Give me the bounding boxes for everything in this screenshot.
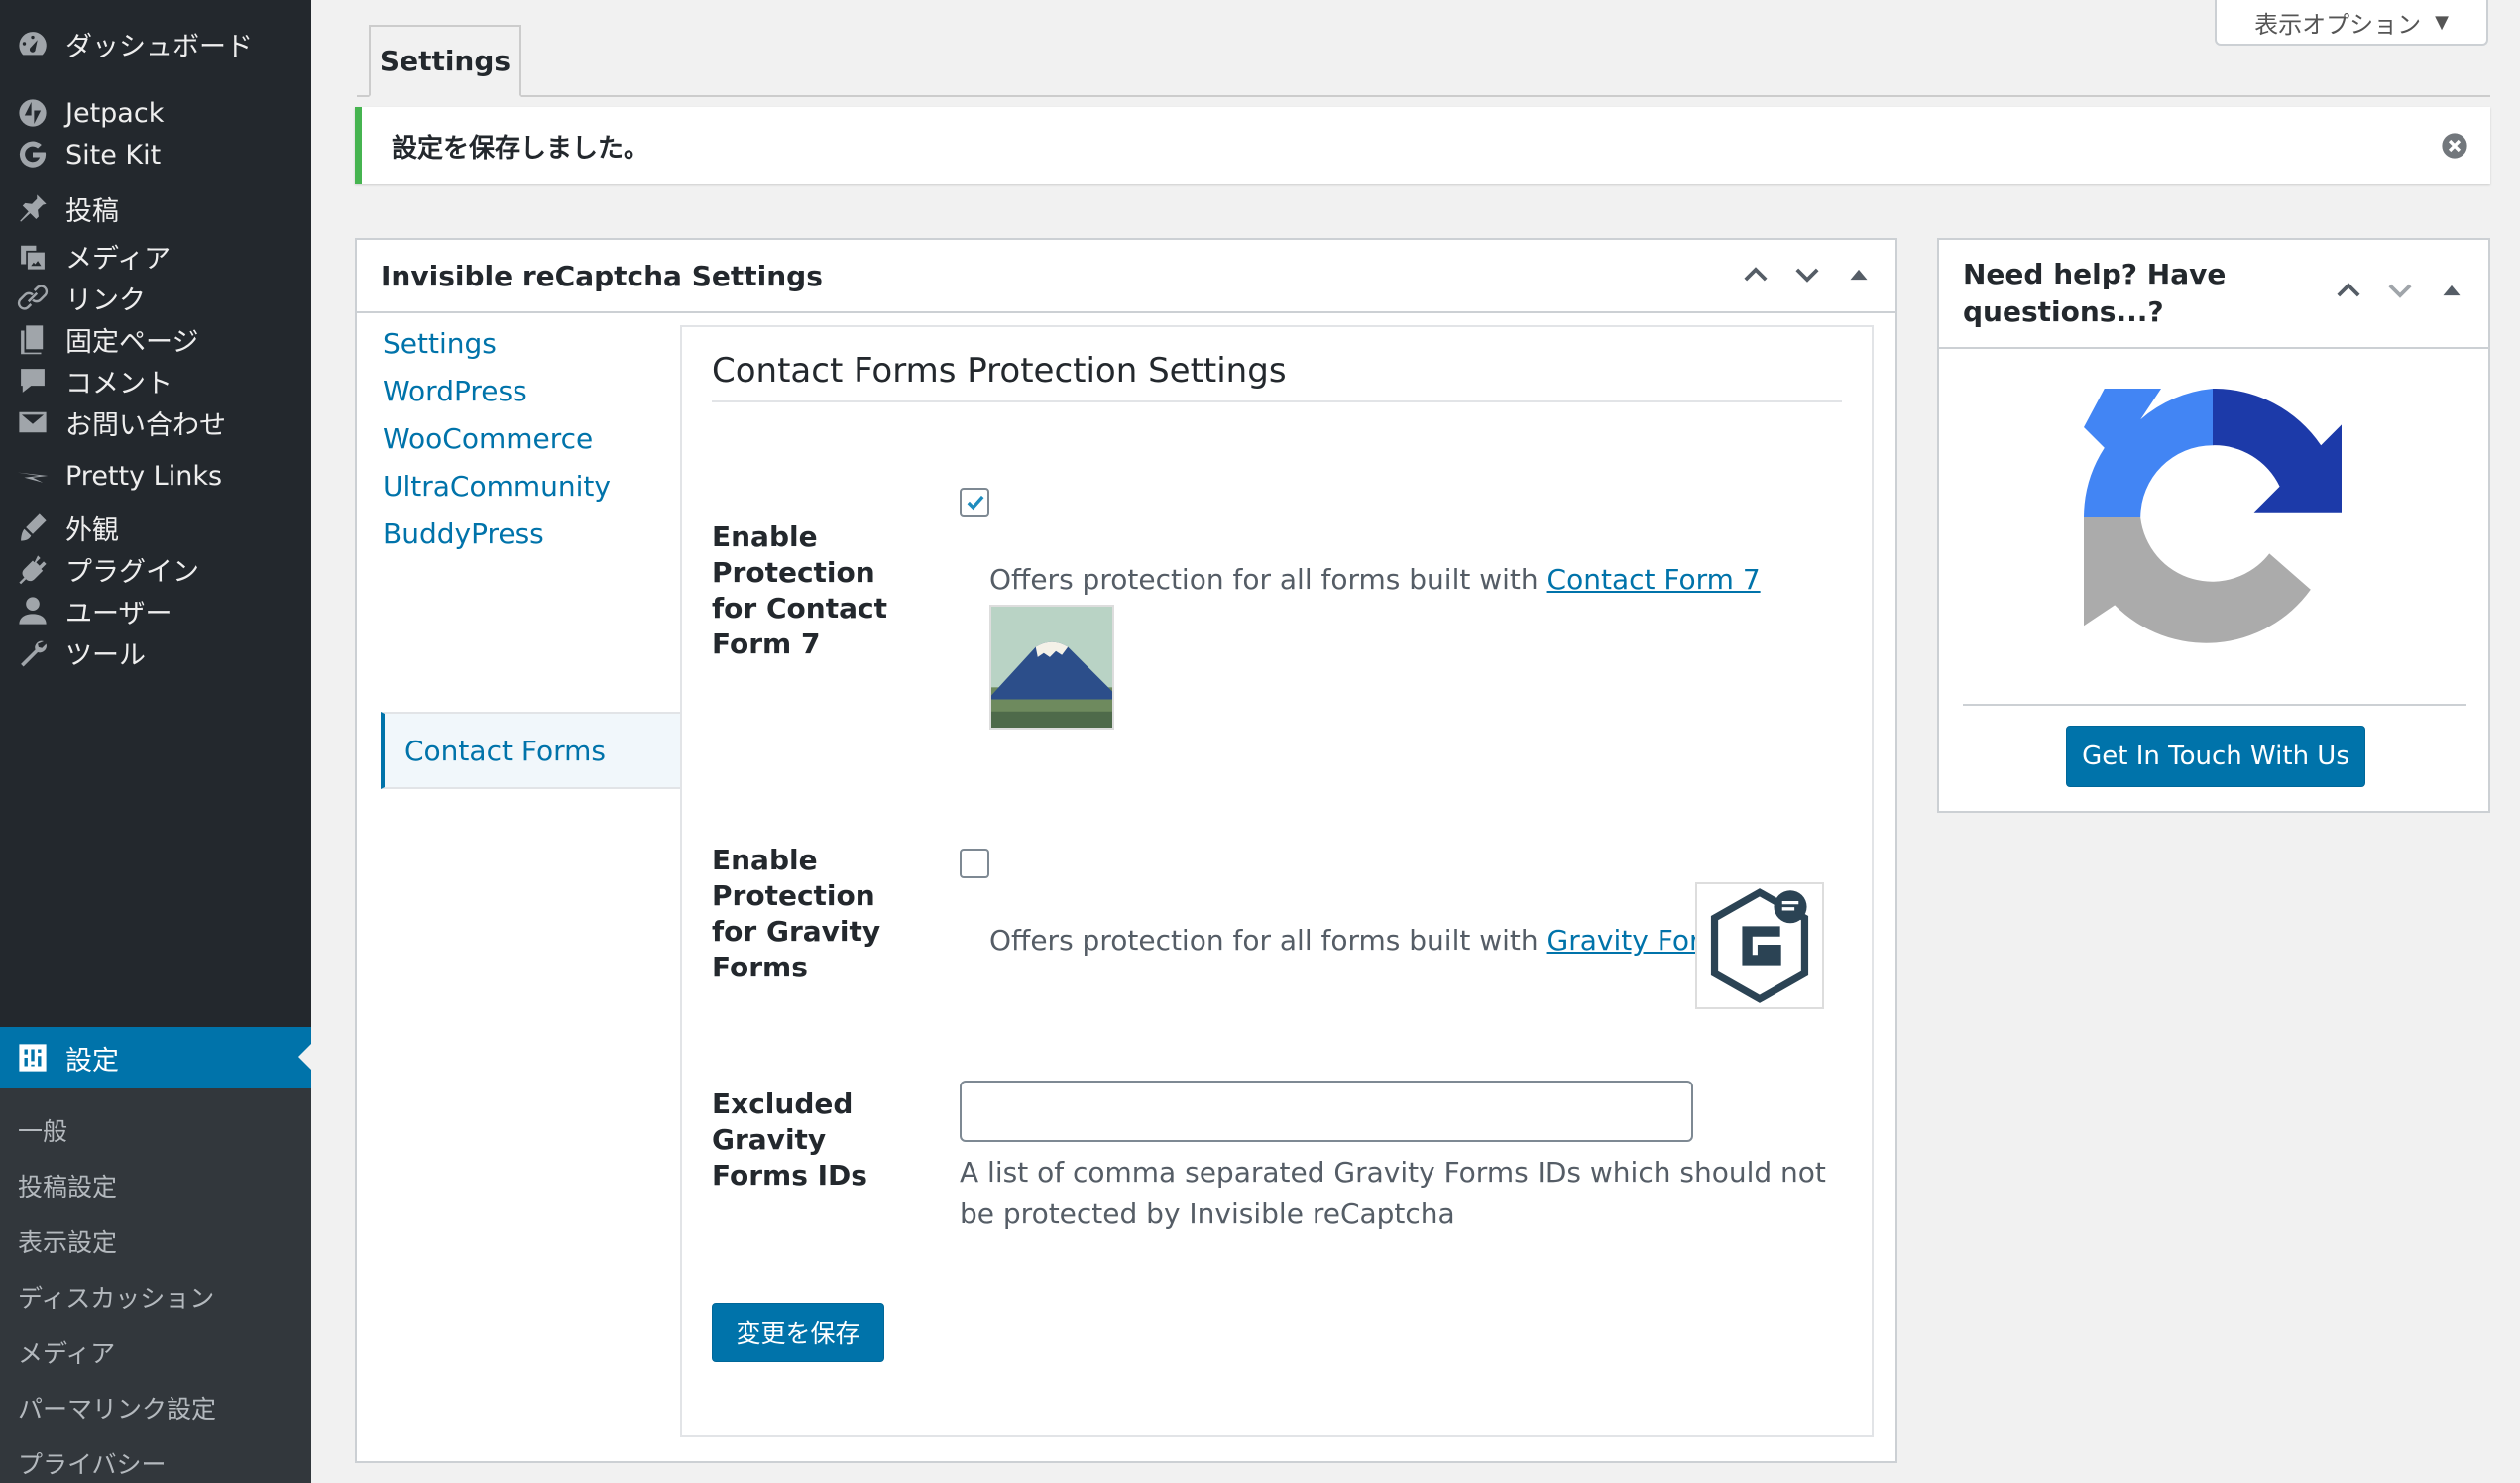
submenu-item[interactable]: プライバシー	[18, 1445, 167, 1481]
help-box: Need help? Have questions...? Get In Tou…	[1937, 238, 2490, 813]
excluded-description: A list of comma separated Gravity Forms …	[960, 1156, 1826, 1230]
menu-item-dashboard[interactable]: ダッシュボード	[0, 14, 311, 73]
help-box-header: Need help? Have questions...?	[1939, 240, 2488, 349]
collapse-icon[interactable]	[2435, 274, 2468, 307]
menu-label: お問い合わせ	[65, 409, 226, 441]
menu-item-contact[interactable]: お問い合わせ	[0, 393, 311, 452]
tab-bar-line	[357, 95, 2490, 97]
pin-icon	[0, 191, 65, 225]
excluded-ids-input[interactable]	[960, 1081, 1693, 1142]
cf7-link[interactable]: Contact Form 7	[1547, 563, 1761, 596]
gravity-forms-logo	[1695, 882, 1824, 1009]
settings-icon	[0, 1041, 65, 1075]
submenu-item[interactable]: ディスカッション	[18, 1279, 214, 1314]
notice-text: 設定を保存しました。	[392, 133, 650, 164]
recaptcha-logo-icon	[2084, 389, 2342, 643]
menu-label: Jetpack	[65, 97, 165, 129]
admin-sidebar: ダッシュボード Jetpack Site Kit 投稿 メディア リンク 固定ペ…	[0, 0, 311, 1483]
menu-item-pretty-links[interactable]: Pretty Links	[0, 446, 311, 506]
cf7-label: Enable Protection for Contact Form 7	[712, 520, 887, 660]
settings-submenu: 一般 投稿設定 表示設定 ディスカッション メディア パーマリンク設定 プライバ…	[0, 1088, 311, 1483]
menu-label: Site Kit	[65, 139, 162, 171]
tab-link-wordpress[interactable]: WordPress	[383, 375, 527, 407]
tab-link-buddypress[interactable]: BuddyPress	[383, 517, 544, 550]
gravity-label: Enable Protection for Gravity Forms	[712, 844, 881, 983]
gravity-description: Offers protection for all forms built wi…	[989, 924, 1742, 957]
handle-actions	[1739, 258, 1876, 291]
success-notice: 設定を保存しました。	[355, 107, 2490, 184]
move-up-icon[interactable]	[1739, 258, 1773, 291]
menu-item-settings[interactable]: 設定	[0, 1027, 311, 1088]
dismiss-icon[interactable]	[2441, 132, 2468, 160]
menu-label: ツール	[65, 639, 146, 671]
tab-settings[interactable]: Settings	[369, 25, 521, 97]
menu-item-tools[interactable]: ツール	[0, 623, 311, 682]
move-up-icon[interactable]	[2332, 274, 2365, 307]
cf7-description: Offers protection for all forms built wi…	[989, 563, 1761, 596]
menu-label: 設定	[65, 1045, 119, 1077]
tools-icon	[0, 635, 65, 669]
screen-options-label: 表示オプション	[2254, 10, 2422, 39]
collapse-icon[interactable]	[1842, 258, 1876, 291]
mail-icon	[0, 405, 65, 439]
cf7-logo-image	[989, 605, 1114, 730]
screen-options-button[interactable]: 表示オプション ▼	[2215, 0, 2488, 46]
menu-label: ダッシュボード	[65, 31, 253, 62]
submenu-item[interactable]: 表示設定	[18, 1223, 117, 1259]
contact-forms-panel: Contact Forms Protection Settings Enable…	[680, 325, 1874, 1437]
dashboard-icon	[0, 27, 65, 60]
postbox-title: Invisible reCaptcha Settings	[381, 259, 823, 292]
pretty-links-icon	[0, 459, 65, 493]
excluded-label: Excluded Gravity Forms IDs	[712, 1087, 867, 1192]
tab-link-contact-forms[interactable]: Contact Forms	[381, 712, 684, 789]
move-down-icon[interactable]	[2383, 274, 2417, 307]
submenu-item[interactable]: 一般	[18, 1112, 67, 1148]
cf7-checkbox[interactable]	[960, 488, 989, 517]
submenu-item[interactable]: 投稿設定	[18, 1168, 117, 1203]
move-down-icon[interactable]	[1790, 258, 1824, 291]
save-changes-button[interactable]: 変更を保存	[712, 1303, 884, 1362]
menu-label: Pretty Links	[65, 460, 223, 492]
menu-label: 投稿	[65, 195, 119, 227]
handle-actions	[2332, 274, 2468, 307]
menu-item-site-kit[interactable]: Site Kit	[0, 125, 311, 184]
checkmark-icon	[967, 495, 984, 511]
help-box-title: Need help? Have questions...?	[1963, 258, 2227, 328]
get-in-touch-button[interactable]: Get In Touch With Us	[2066, 726, 2365, 787]
gravity-checkbox[interactable]	[960, 849, 989, 878]
google-icon	[0, 138, 65, 171]
divider	[1963, 704, 2466, 706]
caret-down-icon: ▼	[2435, 11, 2449, 33]
panel-title: Contact Forms Protection Settings	[712, 341, 1842, 402]
recaptcha-settings-box: Invisible reCaptcha Settings Settings Wo…	[355, 238, 1897, 1463]
tab-link-woocommerce[interactable]: WooCommerce	[383, 422, 593, 455]
submenu-item[interactable]: パーマリンク設定	[18, 1390, 216, 1426]
tab-link-settings[interactable]: Settings	[383, 327, 497, 360]
tab-link-ultracommunity[interactable]: UltraCommunity	[383, 470, 611, 503]
postbox-header: Invisible reCaptcha Settings	[357, 240, 1895, 313]
submenu-item[interactable]: メディア	[18, 1334, 115, 1370]
